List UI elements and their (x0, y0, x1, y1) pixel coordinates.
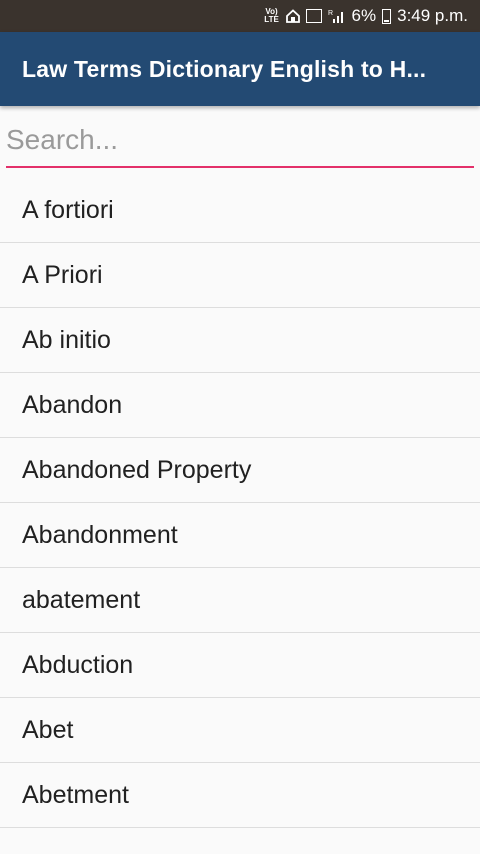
term-label: A fortiori (22, 195, 114, 224)
search-input[interactable] (6, 124, 474, 168)
list-item[interactable]: Abandon (0, 373, 480, 438)
status-time: 3:49 p.m. (397, 6, 468, 25)
term-label: Abandoned Property (22, 455, 252, 484)
list-item[interactable]: abatement (0, 568, 480, 633)
term-label: Abduction (22, 650, 134, 679)
term-label: abatement (22, 585, 141, 614)
svg-text:R: R (328, 10, 333, 17)
term-label: Abandon (22, 390, 123, 419)
term-label: Abetment (22, 780, 130, 809)
term-label: Abet (22, 715, 74, 744)
page-title: Law Terms Dictionary English to H... (22, 55, 427, 82)
list-item[interactable]: Abduction (0, 633, 480, 698)
list-item[interactable]: A fortiori (0, 178, 480, 243)
app-bar: Law Terms Dictionary English to H... (0, 32, 480, 106)
list-item[interactable]: Abandonment (0, 503, 480, 568)
battery-icon (382, 8, 392, 24)
volte-icon: Vo) LTE (264, 7, 279, 24)
list-item[interactable]: A Priori (0, 243, 480, 308)
terms-list: A fortiori A Priori Ab initio Abandon Ab… (0, 178, 480, 828)
search-container (0, 106, 480, 168)
list-item[interactable]: Abetment (0, 763, 480, 828)
home-icon (285, 9, 300, 23)
battery-percent: 6% (351, 6, 377, 25)
list-item[interactable]: Ab initio (0, 308, 480, 373)
list-item[interactable]: Abet (0, 698, 480, 763)
signal-icon: R (328, 8, 346, 24)
term-label: A Priori (22, 260, 103, 289)
list-item[interactable]: Abandoned Property (0, 438, 480, 503)
term-label: Abandonment (22, 520, 178, 549)
status-bar: Vo) LTE R 6% 3:49 p.m. (0, 0, 480, 32)
term-label: Ab initio (22, 325, 111, 354)
image-notification-icon (305, 9, 322, 23)
